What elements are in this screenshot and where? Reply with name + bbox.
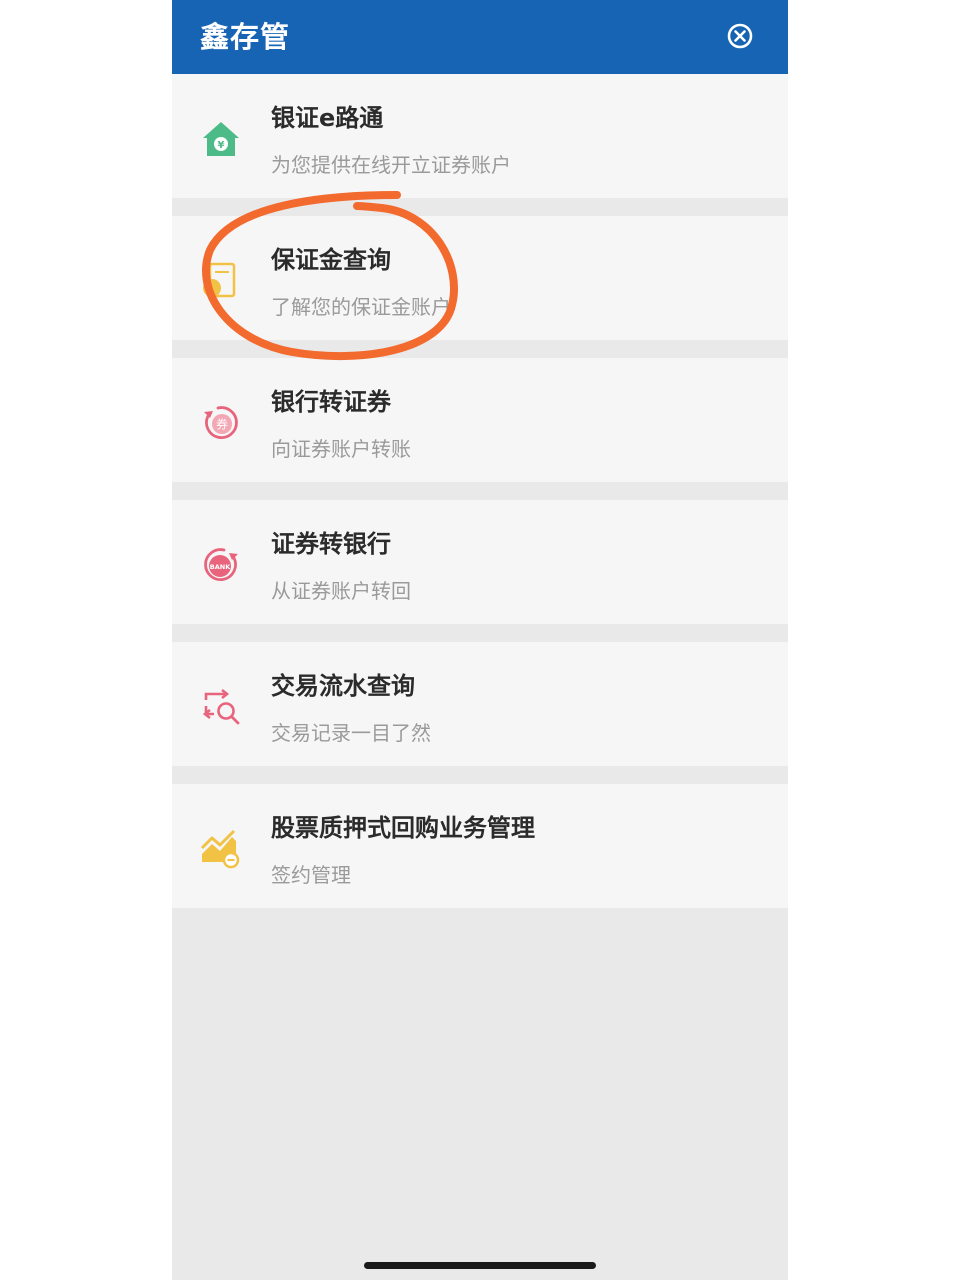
menu-item-title: 股票质押式回购业务管理	[271, 814, 535, 842]
app-screen: 鑫存管 ¥ 银证e路通 为您提供在线开立证券账户 保证金查询 了解您的保证金账户…	[172, 0, 788, 1280]
menu-item-subtitle: 签约管理	[271, 863, 351, 887]
bank-glyph: BANK	[210, 563, 231, 571]
menu-item-title: 证券转银行	[271, 530, 391, 558]
coupon-transfer-icon: 券	[198, 400, 244, 446]
svg-text:¥: ¥	[218, 140, 225, 151]
menu-item-transaction-history[interactable]: 交易流水查询 交易记录一目了然	[172, 642, 788, 766]
menu-item-securities-to-bank[interactable]: BANK 证券转银行 从证券账户转回	[172, 500, 788, 624]
house-yuan-icon: ¥	[198, 116, 244, 162]
home-indicator	[364, 1262, 596, 1269]
menu-item-title: 交易流水查询	[271, 672, 415, 700]
transaction-search-icon	[198, 684, 244, 730]
close-button[interactable]	[726, 22, 754, 50]
document-coin-icon	[198, 258, 244, 304]
menu-item-title: 银行转证券	[271, 388, 391, 416]
menu-item-bank-securities-link[interactable]: ¥ 银证e路通 为您提供在线开立证券账户	[172, 74, 788, 198]
menu-item-stock-pledge[interactable]: 股票质押式回购业务管理 签约管理	[172, 784, 788, 908]
menu-item-subtitle: 交易记录一目了然	[271, 721, 431, 745]
menu-item-subtitle: 了解您的保证金账户	[271, 295, 451, 319]
menu-item-margin-query[interactable]: 保证金查询 了解您的保证金账户	[172, 216, 788, 340]
page-title: 鑫存管	[200, 20, 291, 54]
coupon-glyph: 券	[216, 417, 228, 432]
menu-item-subtitle: 从证券账户转回	[271, 579, 411, 603]
menu-item-title: 银证e路通	[271, 104, 384, 132]
stock-chart-icon	[198, 826, 244, 872]
menu-item-bank-to-securities[interactable]: 券 银行转证券 向证券账户转账	[172, 358, 788, 482]
bank-transfer-icon: BANK	[198, 542, 244, 588]
header-bar: 鑫存管	[172, 0, 788, 74]
menu-item-subtitle: 为您提供在线开立证券账户	[271, 153, 511, 177]
menu-item-subtitle: 向证券账户转账	[271, 437, 411, 461]
menu-item-title: 保证金查询	[271, 246, 391, 274]
close-circle-icon	[727, 23, 753, 49]
